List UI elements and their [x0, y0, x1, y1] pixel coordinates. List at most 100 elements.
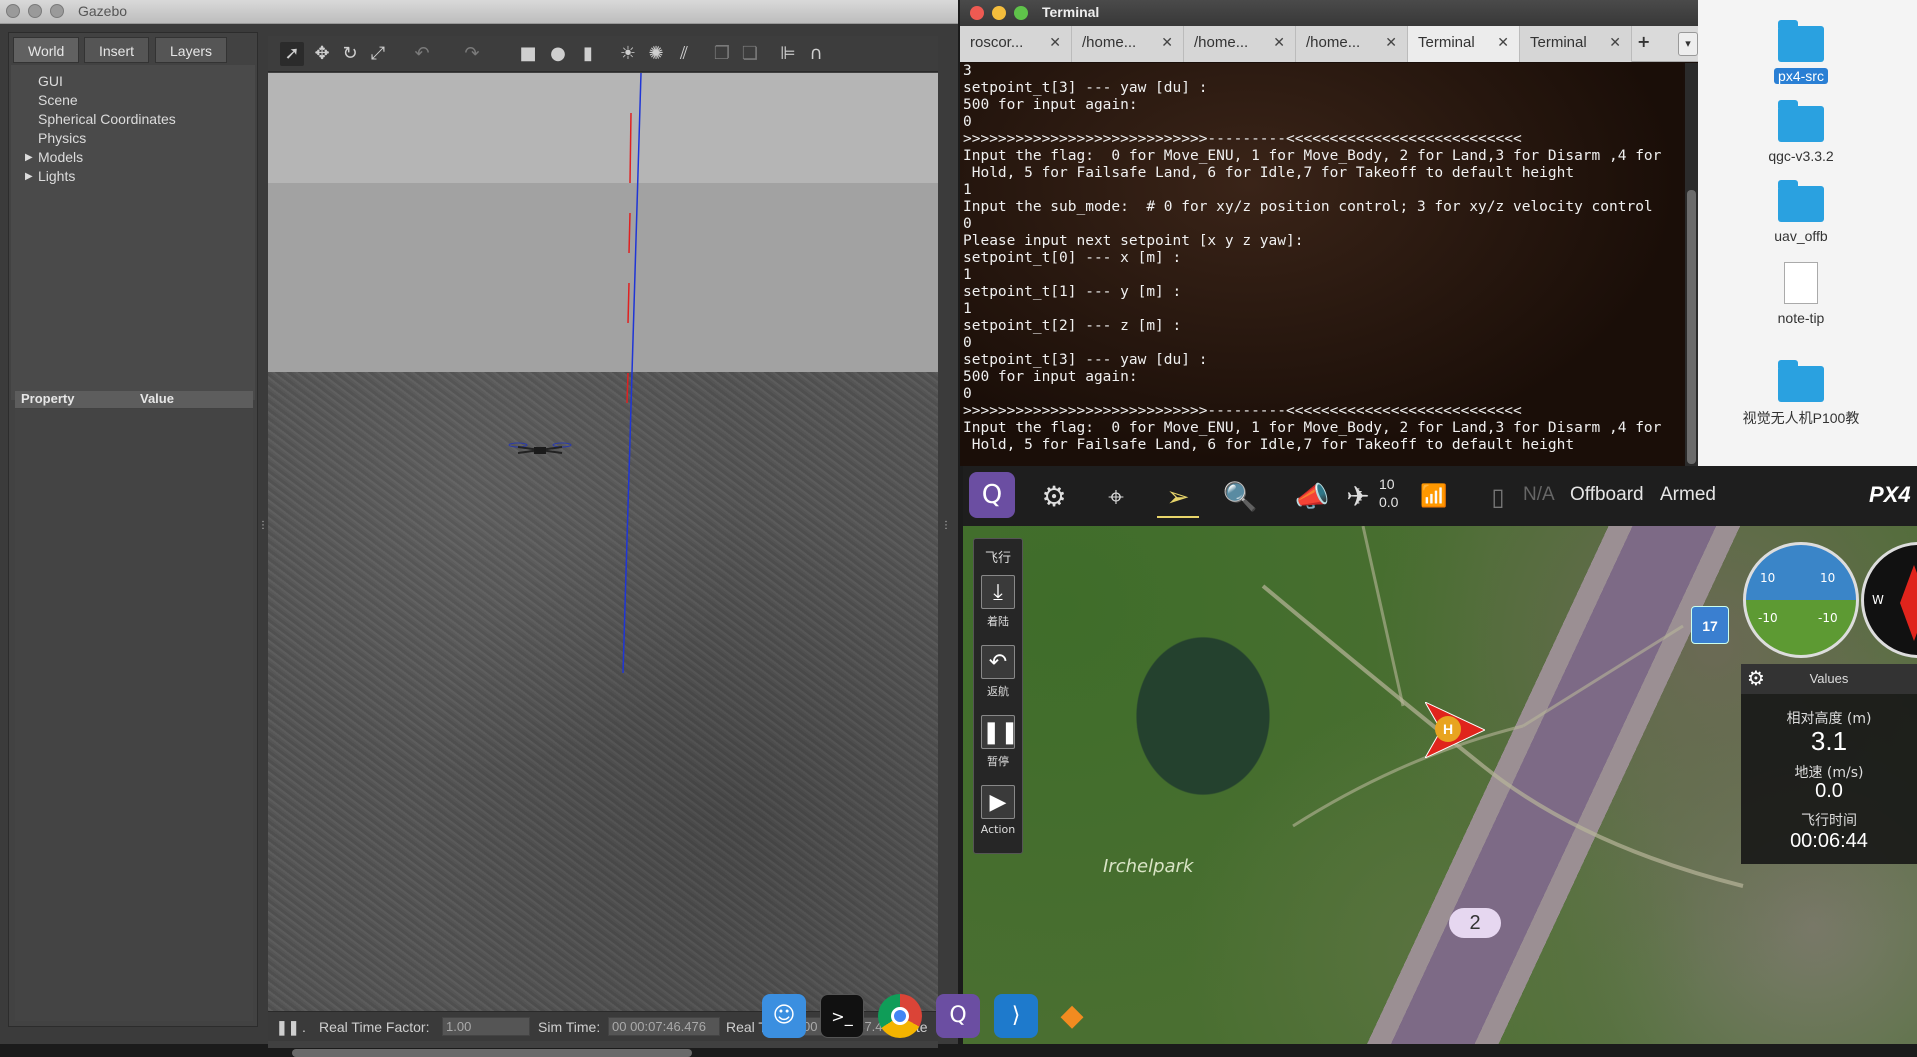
tab-list-dropdown[interactable]: ▾ [1678, 32, 1698, 56]
qgc-logo-icon[interactable]: Q [969, 472, 1015, 518]
values-widget: ⚙ Values 相对高度 (m) 3.1 地速 (m/s) 0.0 飞行时间 … [1741, 664, 1917, 864]
tab-roscore[interactable]: roscor... ✕ [960, 26, 1072, 62]
tab-home-2[interactable]: /home... ✕ [1184, 26, 1296, 62]
waypoint-marker[interactable]: 2 [1449, 908, 1501, 938]
scale-icon[interactable]: ⤢ [366, 42, 390, 66]
tab-home-1[interactable]: /home... ✕ [1072, 26, 1184, 62]
close-tab-icon[interactable]: ✕ [1049, 34, 1061, 51]
cylinder-shape-icon[interactable]: ▮ [576, 42, 600, 66]
world-tree: GUI Scene Spherical Coordinates Physics … [11, 65, 255, 400]
tab-terminal[interactable]: Terminal ✕ [1520, 26, 1632, 62]
tab-insert[interactable]: Insert [84, 37, 150, 63]
box-shape-icon[interactable]: ■ [516, 42, 540, 66]
desktop-item-note-tip[interactable]: note-tip [1746, 262, 1856, 326]
tab-layers[interactable]: Layers [155, 37, 228, 63]
value-column-header: Value [140, 391, 174, 406]
sphere-shape-icon[interactable]: ● [546, 42, 570, 66]
maximize-button[interactable] [50, 4, 64, 18]
qgroundcontrol-icon[interactable]: Q [936, 994, 980, 1038]
gazebo-titlebar[interactable]: Gazebo [0, 0, 958, 24]
property-table [15, 409, 253, 1021]
gps-satellite-icon[interactable]: ✈ [1337, 476, 1379, 518]
tree-item-models[interactable]: Models [38, 149, 83, 165]
pause-icon[interactable]: ❚❚ [981, 715, 1019, 749]
tree-item-lights[interactable]: Lights [38, 168, 75, 184]
tab-terminal-active[interactable]: Terminal ✕ [1408, 26, 1520, 62]
chrome-icon[interactable] [878, 994, 922, 1038]
terminal-line: Hold, 5 for Failsafe Land, 6 for Idle,7 … [963, 165, 1575, 181]
settings-gears-icon[interactable]: ⚙ [1033, 476, 1075, 518]
vscode-icon[interactable]: ⟩ [994, 994, 1038, 1038]
messages-megaphone-icon[interactable]: 📣 [1291, 476, 1333, 518]
fly-paper-plane-icon[interactable]: ➢ [1157, 476, 1199, 518]
horizontal-scrollbar[interactable] [292, 1049, 692, 1057]
expand-arrow-icon[interactable]: ▶ [25, 171, 33, 182]
select-mode-icon[interactable]: ➚ [280, 42, 304, 66]
close-tab-icon[interactable]: ✕ [1385, 34, 1397, 51]
close-tab-icon[interactable]: ✕ [1161, 34, 1173, 51]
translate-icon[interactable]: ✥ [310, 42, 334, 66]
tab-world[interactable]: World [13, 37, 80, 63]
undo-icon[interactable]: ↶ [410, 42, 434, 66]
directional-light-icon[interactable]: ⫽ [672, 42, 696, 66]
action-play-icon[interactable]: ▶ [981, 785, 1015, 819]
tree-item-gui[interactable]: GUI [38, 73, 63, 89]
zoom-level-badge[interactable]: 17 [1691, 606, 1729, 644]
desktop-item-px4-src[interactable]: px4-src [1746, 20, 1856, 85]
3d-scene-viewport[interactable] [268, 73, 938, 1011]
plan-waypoint-icon[interactable]: ⌖ [1095, 476, 1137, 518]
land-icon[interactable]: ⤓ [981, 575, 1015, 609]
desktop-item-p100[interactable]: 视觉无人机P100教 [1728, 360, 1874, 428]
redo-icon[interactable]: ↷ [460, 42, 484, 66]
new-tab-button[interactable]: + [1637, 32, 1650, 51]
flight-mode[interactable]: Offboard [1570, 484, 1644, 506]
return-home-icon[interactable]: ↶ [981, 645, 1015, 679]
close-tab-icon[interactable]: ✕ [1273, 34, 1285, 51]
terminal-line: 3 [963, 63, 972, 79]
pause-icon[interactable]: ❚❚ [276, 1019, 299, 1036]
relative-altitude-label: 相对高度 (m) [1786, 711, 1872, 727]
close-tab-icon[interactable]: ✕ [1609, 34, 1621, 51]
tab-home-3[interactable]: /home... ✕ [1296, 26, 1408, 62]
minimize-button[interactable] [28, 4, 42, 18]
land-label: 着陆 [987, 615, 1009, 628]
finder-icon[interactable]: ☺ [762, 994, 806, 1038]
copy-icon[interactable]: ❐ [710, 42, 734, 66]
close-button[interactable] [6, 4, 20, 18]
sublime-icon[interactable]: ◆ [1050, 994, 1094, 1038]
drone-icon[interactable] [508, 439, 572, 461]
terminal-scroll-thumb[interactable] [1687, 190, 1696, 464]
panel-splitter-handle[interactable]: ⋮ [258, 520, 268, 531]
terminal-line: Please input next setpoint [x y z yaw]: [963, 233, 1304, 249]
terminal-output[interactable]: 3 setpoint_t[3] --- yaw [du] :500 for inp… [960, 63, 1683, 466]
render-area: ➚ ✥ ↻ ⤢ ↶ ↷ ■ ● ▮ ☀ ✺ ⫽ ❐ ❏ ⊫ ∩ ❚❚ . Rea… [268, 36, 938, 1057]
expand-arrow-icon[interactable]: ▶ [25, 152, 33, 163]
close-tab-icon[interactable]: ✕ [1497, 34, 1509, 51]
attitude-indicator: 10 10 -10 -10 [1743, 542, 1859, 658]
paste-icon[interactable]: ❏ [738, 42, 762, 66]
close-button[interactable] [970, 6, 984, 20]
step-icon[interactable]: . [302, 1019, 306, 1035]
spot-light-icon[interactable]: ✺ [644, 42, 668, 66]
align-icon[interactable]: ⊫ [776, 42, 800, 66]
tab-label: Terminal [1530, 34, 1587, 51]
tree-item-physics[interactable]: Physics [38, 130, 86, 146]
axis-lines [622, 73, 642, 674]
terminal-titlebar[interactable]: Terminal [960, 0, 1698, 26]
tree-item-scene[interactable]: Scene [38, 92, 78, 108]
tree-item-spherical-coordinates[interactable]: Spherical Coordinates [38, 111, 176, 127]
home-marker-icon[interactable]: H [1435, 716, 1461, 742]
rc-signal-icon[interactable]: 📶 [1413, 476, 1455, 518]
analyze-icon[interactable]: 🔍 [1219, 476, 1261, 518]
maximize-button[interactable] [1014, 6, 1028, 20]
battery-icon[interactable]: ▯ [1485, 476, 1511, 518]
point-light-icon[interactable]: ☀ [616, 42, 640, 66]
snap-icon[interactable]: ∩ [804, 42, 828, 66]
view-splitter-handle[interactable]: ⋮ [941, 520, 951, 531]
terminal-app-icon[interactable]: >_ [820, 994, 864, 1038]
minimize-button[interactable] [992, 6, 1006, 20]
arm-state[interactable]: Armed [1660, 484, 1716, 506]
desktop-item-qgc[interactable]: qgc-v3.3.2 [1746, 100, 1856, 164]
desktop-item-uav-offb[interactable]: uav_offb [1746, 180, 1856, 244]
rotate-icon[interactable]: ↻ [338, 42, 362, 66]
